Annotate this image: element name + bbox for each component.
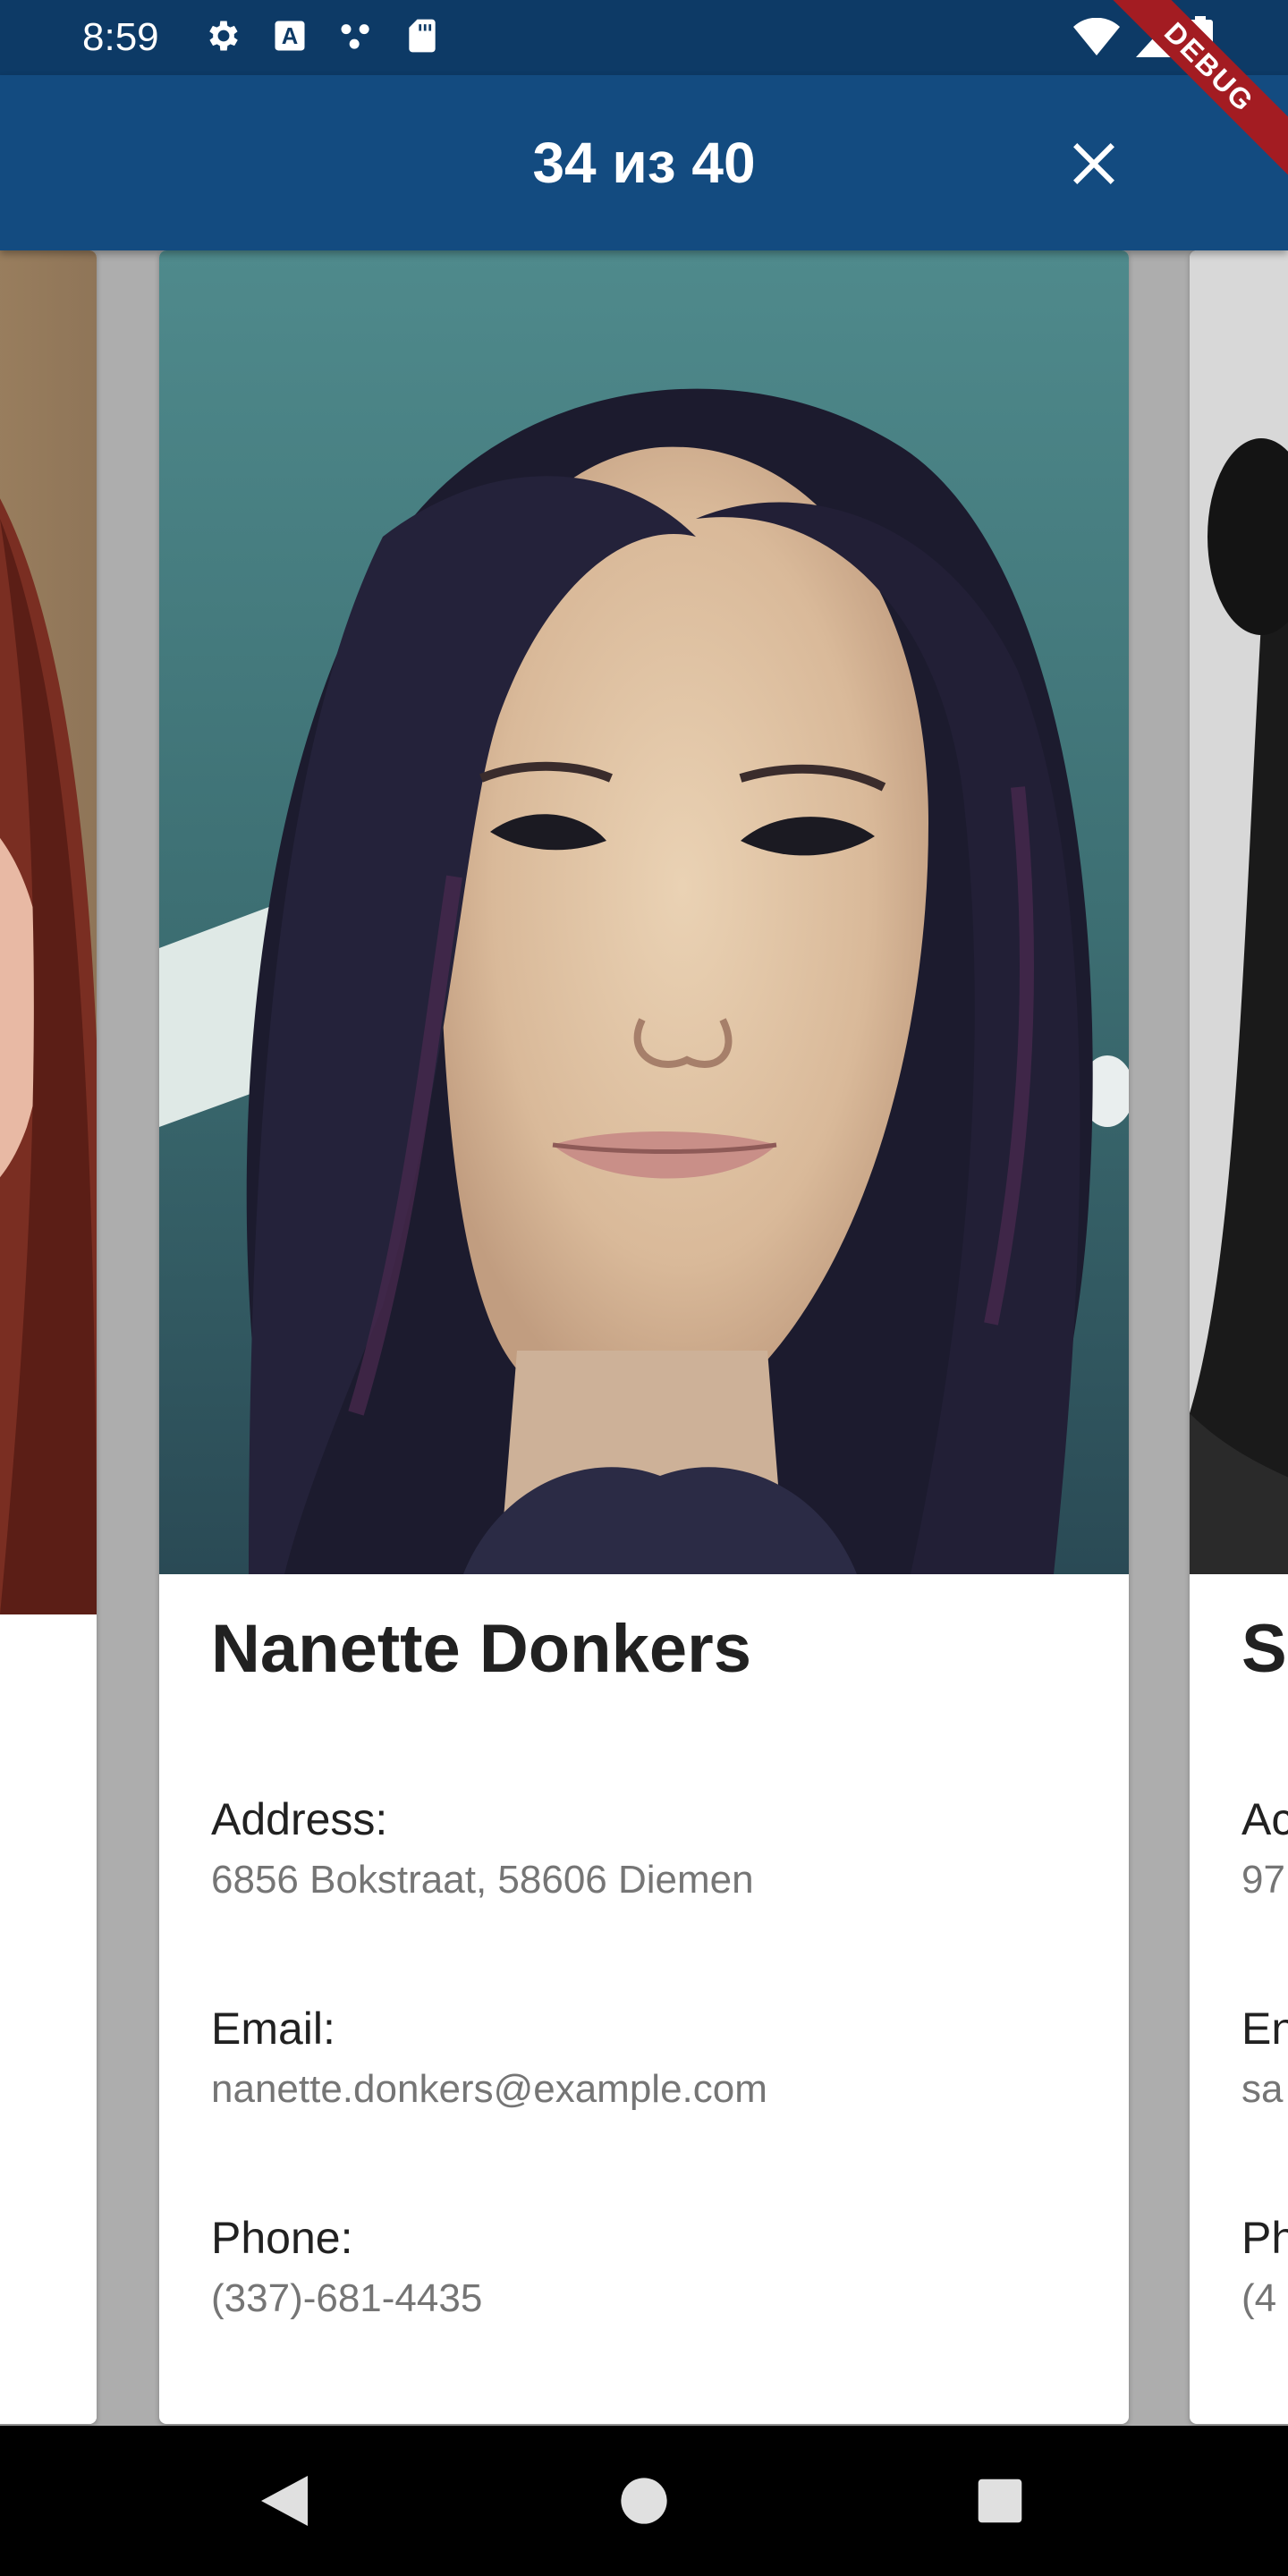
status-icons-left: A <box>204 16 442 55</box>
next-address-label: Ac <box>1241 1794 1288 1844</box>
contact-photo <box>159 250 1129 1574</box>
previous-card-body <box>0 1614 97 2424</box>
recents-square-icon <box>978 2479 1022 2523</box>
phone-value: (337)-681-4435 <box>211 2276 483 2320</box>
next-contact-card[interactable]: S Ac 97 En sa Ph (4 <box>1190 250 1288 2424</box>
contact-name: Nanette Donkers <box>211 1611 751 1687</box>
dots-icon <box>341 24 369 49</box>
system-nav-bar <box>0 2426 1288 2576</box>
status-time: 8:59 <box>82 15 159 59</box>
next-contact-details: S Ac 97 En sa Ph (4 <box>1241 1610 1288 2324</box>
close-button[interactable] <box>1061 131 1127 197</box>
email-label: Email: <box>211 2004 335 2054</box>
next-email-field: En sa <box>1241 2002 1288 2114</box>
phone-label: Phone: <box>211 2213 353 2263</box>
back-button[interactable] <box>249 2465 320 2537</box>
contact-carousel[interactable]: Nanette Donkers Address: 6856 Bokstraat,… <box>0 250 1288 2426</box>
address-value: 6856 Bokstraat, 58606 Diemen <box>211 1858 754 1902</box>
previous-contact-photo <box>0 250 97 1614</box>
next-address-field: Ac 97 <box>1241 1792 1288 1905</box>
next-phone-label: Ph <box>1241 2213 1288 2263</box>
phone-field: Phone: (337)-681-4435 <box>211 2211 1111 2324</box>
email-field: Email: nanette.donkers@example.com <box>211 2002 1111 2114</box>
next-email-value: sa <box>1241 2067 1284 2111</box>
close-icon <box>1073 143 1114 184</box>
sd-card-icon <box>409 19 436 53</box>
next-address-value: 97 <box>1241 1858 1285 1902</box>
next-contact-name: S <box>1241 1611 1287 1687</box>
recents-button[interactable] <box>964 2465 1036 2537</box>
next-phone-value: (4 <box>1241 2276 1277 2320</box>
next-phone-field: Ph (4 <box>1241 2211 1288 2324</box>
address-field: Address: 6856 Bokstraat, 58606 Diemen <box>211 1792 1111 1905</box>
a-badge-icon: A <box>275 21 305 51</box>
email-value: nanette.donkers@example.com <box>211 2067 767 2111</box>
contact-details: Nanette Donkers Address: 6856 Bokstraat,… <box>211 1610 1111 2324</box>
previous-contact-card[interactable] <box>0 250 97 2424</box>
home-button[interactable] <box>608 2465 680 2537</box>
settings-icon <box>209 21 238 51</box>
next-contact-photo <box>1190 250 1288 1574</box>
contact-card[interactable]: Nanette Donkers Address: 6856 Bokstraat,… <box>159 250 1129 2424</box>
app-bar: 34 из 40 <box>0 75 1288 250</box>
status-bar: 8:59 A <box>0 0 1288 75</box>
svg-text:A: A <box>282 24 299 49</box>
next-email-label: En <box>1241 2004 1288 2054</box>
address-label: Address: <box>211 1794 388 1844</box>
back-triangle-icon <box>261 2476 308 2526</box>
wifi-icon <box>1073 18 1120 55</box>
home-circle-icon <box>621 2478 667 2524</box>
